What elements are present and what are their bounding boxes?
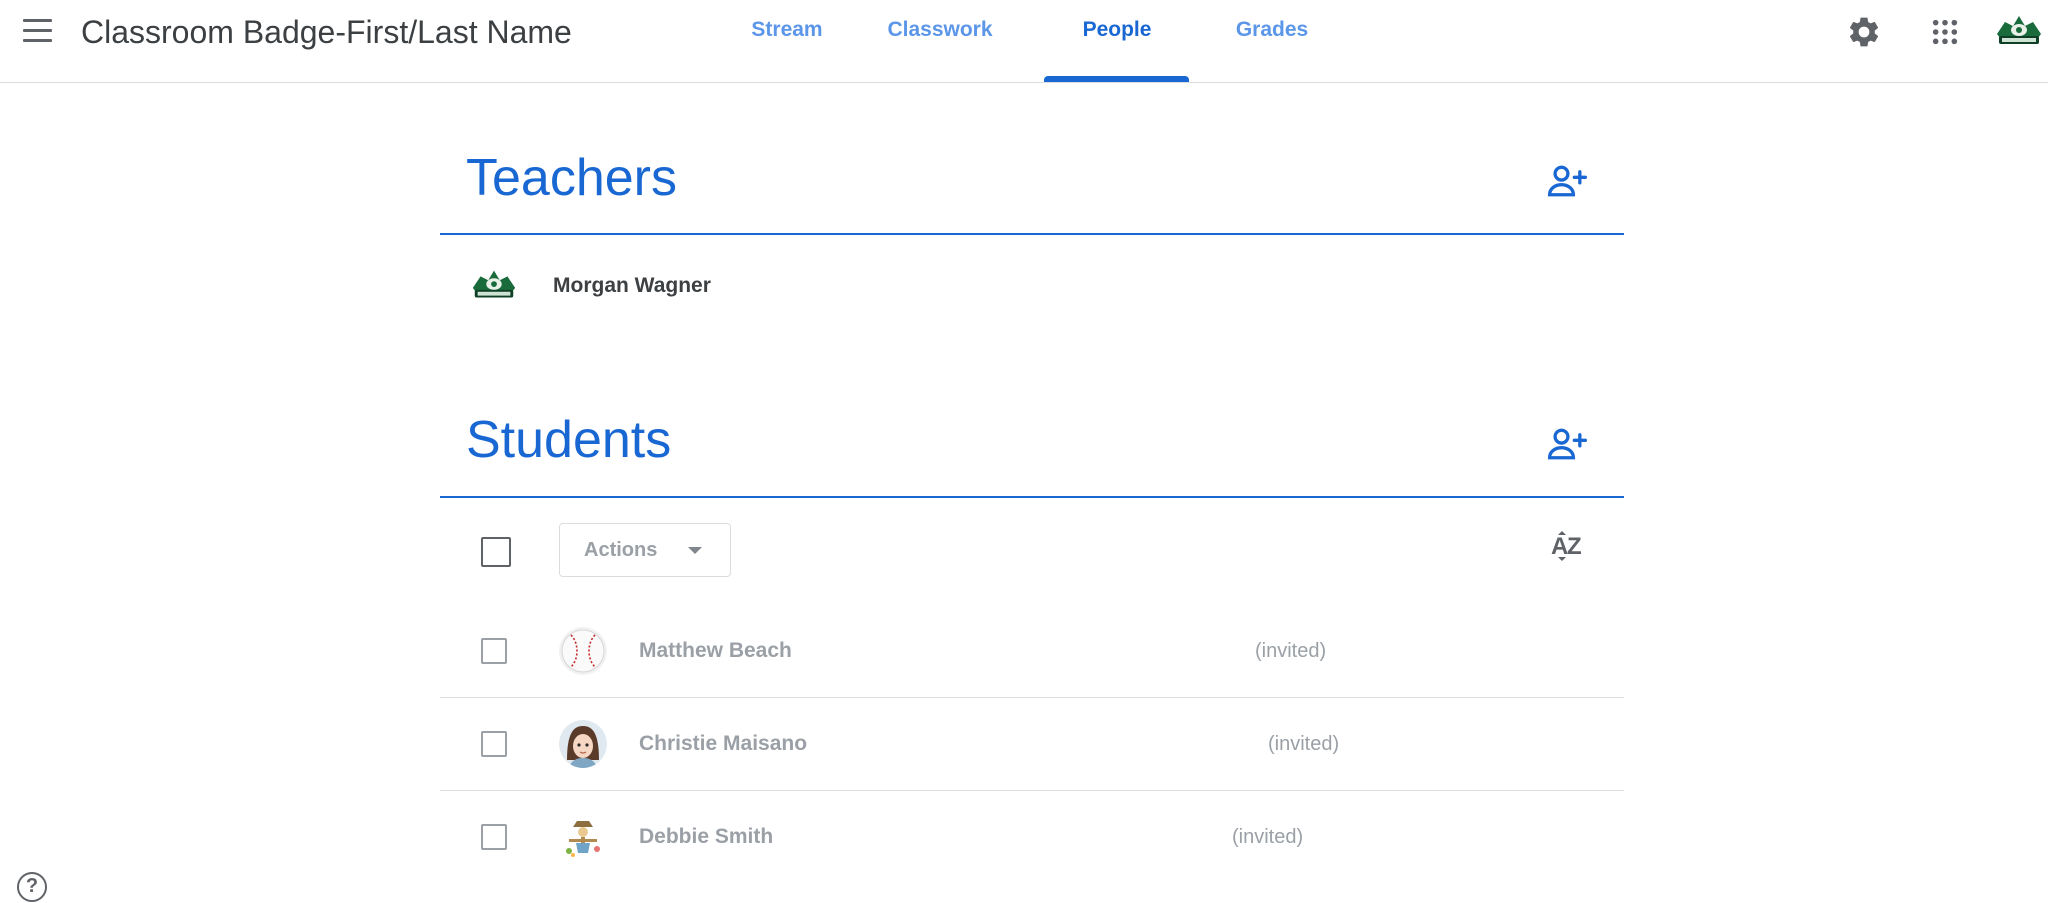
hamburger-menu-icon[interactable] bbox=[20, 19, 56, 47]
select-all-checkbox[interactable] bbox=[481, 537, 511, 567]
student-checkbox[interactable] bbox=[481, 824, 507, 850]
person-add-icon[interactable] bbox=[1545, 422, 1589, 466]
student-row[interactable]: Matthew Beach (invited) bbox=[440, 605, 1624, 698]
tab-classwork[interactable]: Classwork bbox=[875, 0, 1005, 83]
student-row[interactable]: Debbie Smith (invited) bbox=[440, 791, 1624, 884]
tab-grades[interactable]: Grades bbox=[1217, 0, 1327, 83]
student-name[interactable]: Debbie Smith bbox=[639, 825, 773, 849]
top-app-bar: Classroom Badge-First/Last Name Stream C… bbox=[0, 0, 2048, 83]
gear-icon[interactable] bbox=[1846, 14, 1882, 50]
student-status: (invited) bbox=[1255, 640, 1327, 662]
student-status: (invited) bbox=[1232, 826, 1304, 848]
student-row[interactable]: Christie Maisano (invited) bbox=[440, 698, 1624, 791]
tab-people[interactable]: People bbox=[1047, 0, 1187, 83]
caret-down-icon bbox=[688, 547, 702, 554]
student-name[interactable]: Christie Maisano bbox=[639, 732, 807, 756]
student-status: (invited) bbox=[1268, 733, 1340, 755]
teacher-name: Morgan Wagner bbox=[553, 274, 711, 297]
team-logo-avatar bbox=[469, 264, 519, 308]
svg-text:A: A bbox=[1551, 533, 1568, 560]
student-checkbox[interactable] bbox=[481, 731, 507, 757]
scarecrow-avatar bbox=[559, 813, 607, 861]
cartoon-girl-avatar bbox=[559, 720, 607, 768]
svg-text:Z: Z bbox=[1567, 533, 1582, 560]
baseball-avatar bbox=[559, 627, 607, 675]
teacher-row: Morgan Wagner bbox=[440, 262, 1624, 312]
help-icon[interactable]: ? bbox=[17, 872, 47, 902]
person-add-icon[interactable] bbox=[1545, 159, 1589, 203]
students-section-header: Students bbox=[440, 393, 1624, 498]
student-name[interactable]: Matthew Beach bbox=[639, 639, 792, 663]
teachers-title: Teachers bbox=[466, 149, 677, 207]
account-avatar[interactable] bbox=[1993, 12, 2045, 52]
actions-label: Actions bbox=[584, 539, 658, 561]
teachers-section-header: Teachers bbox=[440, 130, 1624, 235]
active-tab-indicator bbox=[1044, 76, 1189, 82]
students-title: Students bbox=[466, 411, 672, 469]
actions-dropdown[interactable]: Actions bbox=[559, 523, 731, 577]
student-checkbox[interactable] bbox=[481, 638, 507, 664]
sort-az-icon[interactable]: A Z bbox=[1546, 528, 1590, 564]
tab-stream[interactable]: Stream bbox=[727, 0, 847, 83]
apps-grid-icon[interactable] bbox=[1929, 16, 1961, 48]
class-title[interactable]: Classroom Badge-First/Last Name bbox=[81, 12, 572, 52]
